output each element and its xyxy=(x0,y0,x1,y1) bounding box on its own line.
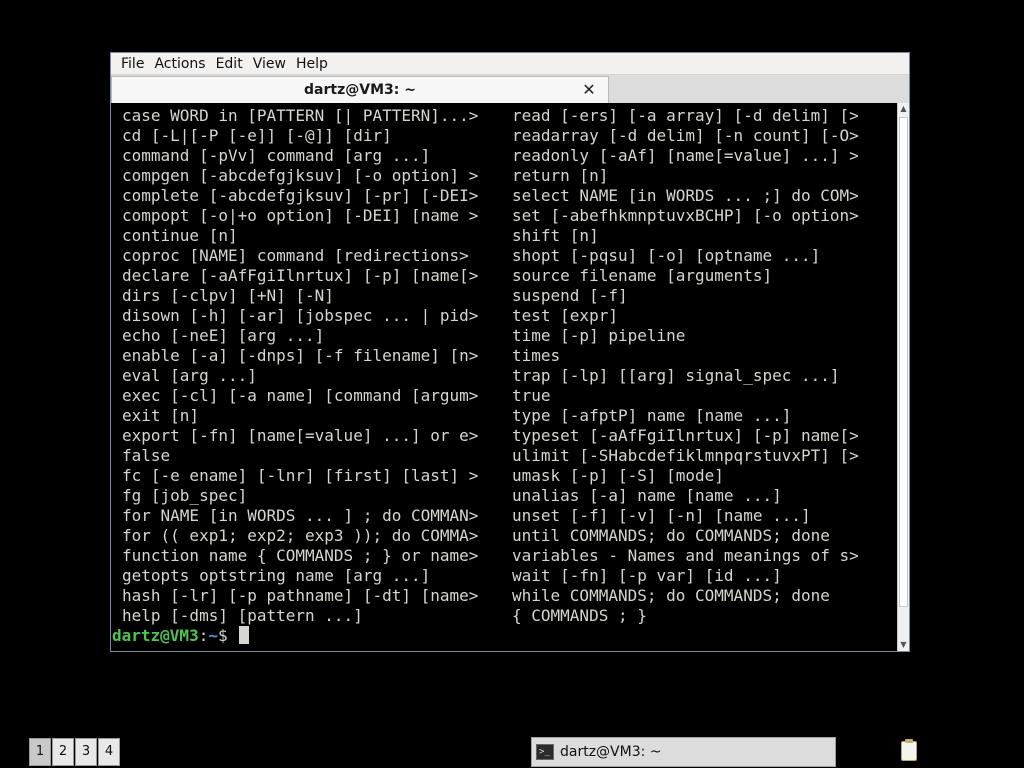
left-line: exit [n] xyxy=(122,406,200,425)
left-line: eval [arg ...] xyxy=(122,366,257,385)
left-line: cd [-L|[-P [-e]] [-@]] [dir] xyxy=(122,126,392,145)
right-line: select NAME [in WORDS ... ;] do COM> xyxy=(512,186,859,205)
right-line: while COMMANDS; do COMMANDS; done xyxy=(512,586,830,605)
right-line: { COMMANDS ; } xyxy=(512,606,647,625)
right-line: unset [-f] [-v] [-n] [name ...] xyxy=(512,506,811,525)
right-line: ulimit [-SHabcdefiklmnpqrstuvxPT] [> xyxy=(512,446,859,465)
left-line: getopts optstring name [arg ...] xyxy=(122,566,431,585)
right-line: readonly [-aAf] [name[=value] ...] > xyxy=(512,146,859,165)
left-line: false xyxy=(122,446,171,465)
scroll-down-icon[interactable]: ▼ xyxy=(898,639,909,651)
left-line: enable [-a] [-dnps] [-f filename] [n> xyxy=(122,346,479,365)
scrollbar-thumb[interactable] xyxy=(899,117,908,607)
left-line: hash [-lr] [-p pathname] [-dt] [name> xyxy=(122,586,479,605)
left-line: coproc [NAME] command [redirections> xyxy=(122,246,469,265)
left-line: disown [-h] [-ar] [jobspec ... | pid> xyxy=(122,306,479,325)
right-line: read [-ers] [-a array] [-d delim] [> xyxy=(512,106,859,125)
menubar: File Actions Edit View Help xyxy=(111,53,909,75)
text-cursor xyxy=(239,626,250,644)
right-line: variables - Names and meanings of s> xyxy=(512,546,859,565)
left-line: compopt [-o|+o option] [-DEI] [name > xyxy=(122,206,479,225)
terminal-icon: >_ xyxy=(536,744,554,760)
tab-terminal[interactable]: dartz@VM3: ~ ✕ xyxy=(111,76,609,103)
taskbar: 1 2 3 4 >_ dartz@VM3: ~ xyxy=(0,730,1024,768)
help-column-right: read [-ers] [-a array] [-d delim] [> read… xyxy=(512,106,892,626)
workspace-1-button[interactable]: 1 xyxy=(29,738,51,766)
workspace-2-button[interactable]: 2 xyxy=(52,738,74,766)
menu-edit[interactable]: Edit xyxy=(211,53,248,75)
right-line: shift [n] xyxy=(512,226,599,245)
workspace-4-button[interactable]: 4 xyxy=(98,738,120,766)
prompt-user-host: dartz@VM3 xyxy=(112,626,199,645)
workspace-3-button[interactable]: 3 xyxy=(75,738,97,766)
prompt-colon: : xyxy=(198,626,209,645)
prompt-line: dartz@VM3:~$ xyxy=(112,626,250,646)
right-line: return [n] xyxy=(512,166,609,185)
help-column-left: case WORD in [PATTERN [| PATTERN]...> cd … xyxy=(122,106,512,626)
menu-file[interactable]: File xyxy=(116,53,149,75)
close-icon[interactable]: ✕ xyxy=(580,81,598,99)
left-line: exec [-cl] [-a name] [command [argum> xyxy=(122,386,479,405)
left-line: for (( exp1; exp2; exp3 )); do COMMA> xyxy=(122,526,479,545)
right-line: unalias [-a] name [name ...] xyxy=(512,486,782,505)
right-line: umask [-p] [-S] [mode] xyxy=(512,466,724,485)
left-line: fc [-e ename] [-lnr] [first] [last] > xyxy=(122,466,479,485)
right-line: test [expr] xyxy=(512,306,618,325)
right-line: typeset [-aAfFgiIlnrtux] [-p] name[> xyxy=(512,426,859,445)
left-line: for NAME [in WORDS ... ] ; do COMMAN> xyxy=(122,506,479,525)
right-line: type [-afptP] name [name ...] xyxy=(512,406,792,425)
left-line: function name { COMMANDS ; } or name> xyxy=(122,546,479,565)
left-line: complete [-abcdefgjksuv] [-pr] [-DEI> xyxy=(122,186,479,205)
menu-view[interactable]: View xyxy=(248,53,291,75)
left-line: continue [n] xyxy=(122,226,238,245)
scroll-up-icon[interactable]: ▲ xyxy=(898,103,909,115)
right-line: readarray [-d delim] [-n count] [-O> xyxy=(512,126,859,145)
left-line: export [-fn] [name[=value] ...] or e> xyxy=(122,426,479,445)
right-line: until COMMANDS; do COMMANDS; done xyxy=(512,526,830,545)
terminal-output[interactable]: case WORD in [PATTERN [| PATTERN]...> cd … xyxy=(111,103,897,651)
left-line: declare [-aAfFgiIlnrtux] [-p] [name[> xyxy=(122,266,479,285)
left-line: fg [job_spec] xyxy=(122,486,248,505)
left-line: echo [-neE] [arg ...] xyxy=(122,326,325,345)
taskbar-terminal-item[interactable]: >_ dartz@VM3: ~ xyxy=(531,737,836,767)
left-line: dirs [-clpv] [+N] [-N] xyxy=(122,286,334,305)
menu-actions[interactable]: Actions xyxy=(149,53,210,75)
right-line: source filename [arguments] xyxy=(512,266,773,285)
terminal-window: File Actions Edit View Help dartz@VM3: ~… xyxy=(110,52,910,652)
left-line: command [-pVv] command [arg ...] xyxy=(122,146,431,165)
tab-title: dartz@VM3: ~ xyxy=(304,82,416,98)
prompt-path: ~ xyxy=(208,626,218,645)
right-line: times xyxy=(512,346,561,365)
left-line: compgen [-abcdefgjksuv] [-o option] > xyxy=(122,166,479,185)
right-line: shopt [-pqsu] [-o] [optname ...] xyxy=(512,246,821,265)
workspace-switcher: 1 2 3 4 xyxy=(29,738,121,766)
prompt-symbol: $ xyxy=(217,626,238,645)
left-line: help [-dms] [pattern ...] xyxy=(122,606,363,625)
right-line: time [-p] pipeline xyxy=(512,326,686,345)
right-line: suspend [-f] xyxy=(512,286,628,305)
tab-bar: dartz@VM3: ~ ✕ xyxy=(111,75,909,103)
right-line: set [-abefhkmnptuvxBCHP] [-o option> xyxy=(512,206,859,225)
right-line: wait [-fn] [-p var] [id ...] xyxy=(512,566,782,585)
task-label: dartz@VM3: ~ xyxy=(560,744,662,760)
right-line: true xyxy=(512,386,551,405)
menu-help[interactable]: Help xyxy=(291,53,333,75)
scrollbar[interactable]: ▲ ▼ xyxy=(897,103,909,651)
clipboard-icon[interactable] xyxy=(901,739,917,761)
right-line: trap [-lp] [[arg] signal_spec ...] xyxy=(512,366,840,385)
left-line: case WORD in [PATTERN [| PATTERN]...> xyxy=(122,106,479,125)
